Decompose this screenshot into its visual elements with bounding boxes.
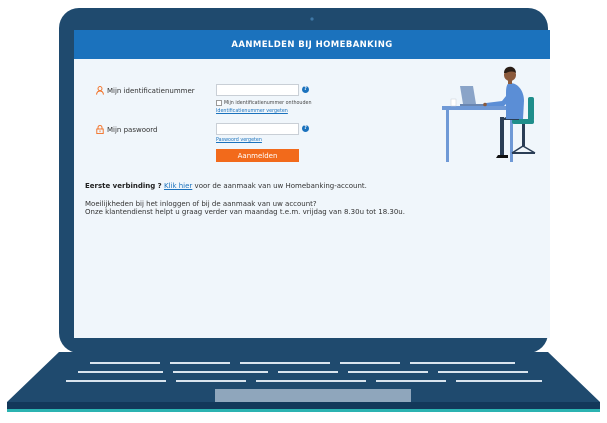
lock-icon	[96, 125, 104, 134]
person-at-desk-illustration	[442, 66, 536, 162]
page-title: AANMELDEN BIJ HOMEBANKING	[231, 39, 393, 50]
laptop-teal-strip	[7, 409, 600, 412]
first-connection-line: Eerste verbinding ? Klik hier voor de aa…	[85, 182, 367, 190]
laptop-front-edge	[7, 402, 600, 410]
first-connection-rest: voor de aanmaak van uw Homebanking-accou…	[194, 182, 367, 190]
page-header: AANMELDEN BIJ HOMEBANKING	[74, 30, 550, 59]
login-button[interactable]: Aanmelden	[216, 149, 299, 162]
password-label-row: Mijn paswoord	[96, 125, 157, 134]
password-label: Mijn paswoord	[107, 125, 158, 134]
help-icon[interactable]: ?	[302, 86, 309, 93]
forgot-password-link[interactable]: Paswoord vergeten	[216, 138, 262, 143]
id-input[interactable]	[216, 84, 299, 96]
trouble-line-1: Moeilijkheden bij het inloggen of bij de…	[85, 200, 317, 208]
click-here-link[interactable]: Klik hier	[164, 182, 192, 190]
help-icon-glyph: ?	[304, 86, 307, 92]
forgot-id-link[interactable]: Identificatienummer vergeten	[216, 109, 288, 114]
help-icon-glyph: ?	[304, 125, 307, 131]
webcam-dot	[310, 17, 314, 21]
remember-id-checkbox[interactable]	[216, 100, 222, 106]
password-input[interactable]	[216, 123, 299, 135]
id-label: Mijn identificatienummer	[107, 86, 195, 95]
remember-id-row[interactable]: Mijn identificatienummer onthouden	[216, 100, 312, 106]
trouble-line-2: Onze klantendienst helpt u graag verder …	[85, 208, 405, 216]
help-icon[interactable]: ?	[302, 125, 309, 132]
user-icon	[96, 86, 104, 95]
id-label-row: Mijn identificatienummer	[96, 86, 195, 95]
remember-id-label: Mijn identificatienummer onthouden	[224, 100, 312, 106]
first-connection-bold: Eerste verbinding ?	[85, 182, 162, 190]
laptop-screen: AANMELDEN BIJ HOMEBANKING Mijn identific…	[74, 30, 550, 338]
